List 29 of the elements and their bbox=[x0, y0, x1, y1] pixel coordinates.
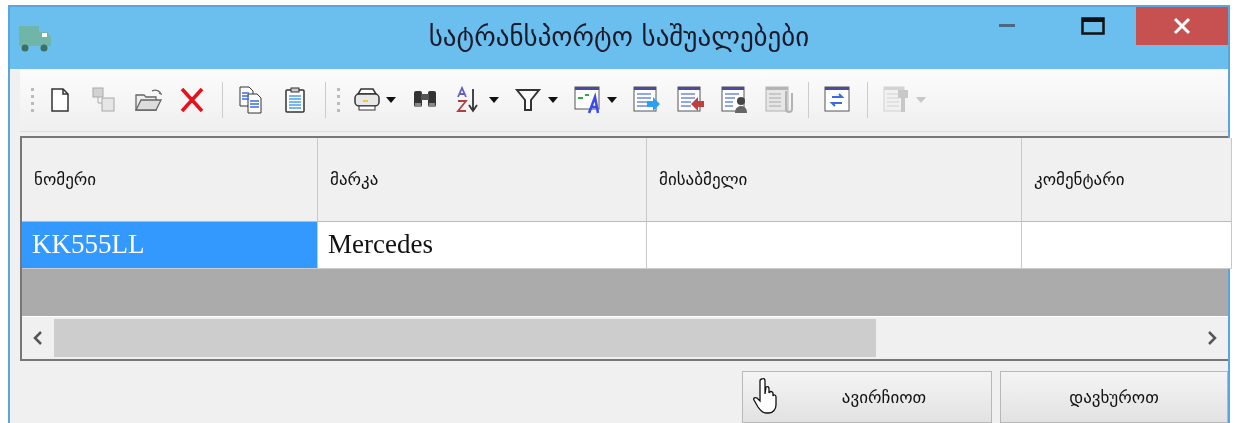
close-button[interactable] bbox=[1136, 7, 1228, 45]
table-arrow-left-icon[interactable] bbox=[676, 84, 706, 115]
table-person-icon[interactable] bbox=[720, 84, 750, 115]
column-header[interactable]: მისაბმელი bbox=[647, 137, 1022, 222]
scroll-right-icon[interactable] bbox=[1206, 330, 1218, 346]
table-cell[interactable]: Mercedes bbox=[318, 221, 647, 269]
caret-icon[interactable] bbox=[606, 95, 618, 104]
table-swap-icon[interactable] bbox=[823, 84, 853, 115]
select-button[interactable]: ავირჩიოთ bbox=[742, 371, 992, 423]
column-header[interactable]: კომენტარი bbox=[1022, 137, 1232, 222]
maximize-icon[interactable] bbox=[1081, 17, 1105, 35]
scrollbar-thumb[interactable] bbox=[54, 319, 877, 357]
table-cell[interactable] bbox=[1022, 221, 1232, 269]
grip-handle[interactable] bbox=[336, 85, 342, 114]
window-title: სატრანსპორტო საშუალებები bbox=[428, 21, 810, 52]
table-arrow-right-icon[interactable] bbox=[632, 84, 662, 115]
scroll-left-icon[interactable] bbox=[32, 330, 44, 346]
text-format-icon[interactable] bbox=[573, 84, 603, 115]
horizontal-scrollbar[interactable] bbox=[22, 316, 1228, 359]
minimize-icon[interactable] bbox=[999, 24, 1015, 28]
caret-icon[interactable] bbox=[488, 95, 500, 104]
caret-icon[interactable] bbox=[547, 95, 559, 104]
close-dialog-button[interactable]: დავხუროთ bbox=[1000, 371, 1228, 423]
close-icon[interactable] bbox=[1173, 17, 1191, 35]
column-header[interactable]: მარკა bbox=[318, 137, 647, 222]
column-header[interactable]: ნომერი bbox=[22, 137, 318, 222]
grip-handle[interactable] bbox=[30, 85, 36, 114]
caret-icon[interactable] bbox=[385, 95, 397, 104]
table-cell[interactable] bbox=[647, 221, 1022, 269]
